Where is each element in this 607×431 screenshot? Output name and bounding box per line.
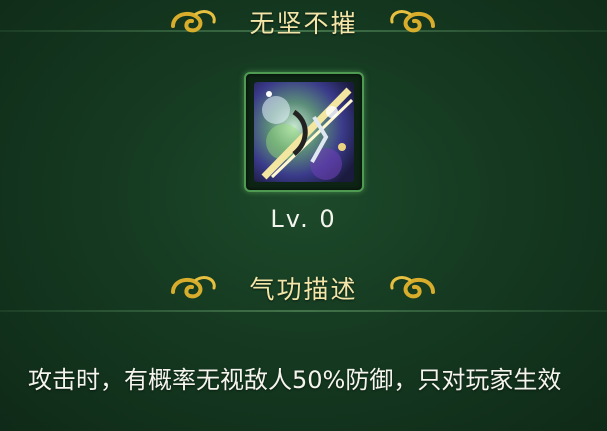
gold-cloud-ornament-icon <box>390 10 435 33</box>
description-divider <box>0 310 607 312</box>
gold-cloud-ornament-icon <box>390 276 435 299</box>
skill-description-text: 攻击时，有概率无视敌人50%防御，只对玩家生效 <box>28 366 562 394</box>
skill-detail-panel: 无坚不摧 Lv. 0 气功描述 攻击时，有概率无视敌人50%防御，只对玩家生效 <box>0 0 607 431</box>
sword-slash-skill-icon <box>254 82 354 182</box>
skill-level: Lv. 0 <box>270 205 337 233</box>
description-heading: 气功描述 <box>249 275 358 304</box>
skill-title: 无坚不摧 <box>249 9 358 38</box>
skill-icon-frame[interactable] <box>244 72 364 192</box>
